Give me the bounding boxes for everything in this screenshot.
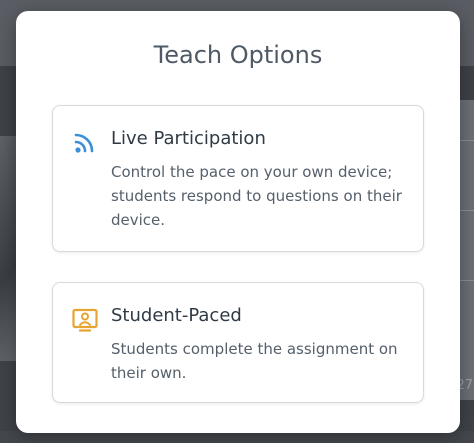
option-description: Students complete the assignment on thei… bbox=[111, 340, 398, 382]
background-divider bbox=[458, 280, 474, 281]
option-description: Control the pace on your own device; stu… bbox=[111, 163, 402, 229]
live-signal-icon bbox=[72, 131, 98, 155]
live-participation-option[interactable]: Live Participation Control the pace on y… bbox=[52, 105, 424, 252]
teach-options-modal: Teach Options Live Participation Control… bbox=[16, 11, 460, 433]
background-divider bbox=[458, 210, 474, 211]
student-presentation-icon bbox=[72, 308, 98, 332]
option-title: Student-Paced bbox=[111, 305, 242, 326]
background-panel bbox=[458, 100, 474, 400]
background-divider bbox=[458, 140, 474, 141]
student-paced-option[interactable]: Student-Paced Students complete the assi… bbox=[52, 282, 424, 403]
option-title: Live Participation bbox=[111, 128, 266, 149]
modal-title: Teach Options bbox=[153, 41, 323, 69]
